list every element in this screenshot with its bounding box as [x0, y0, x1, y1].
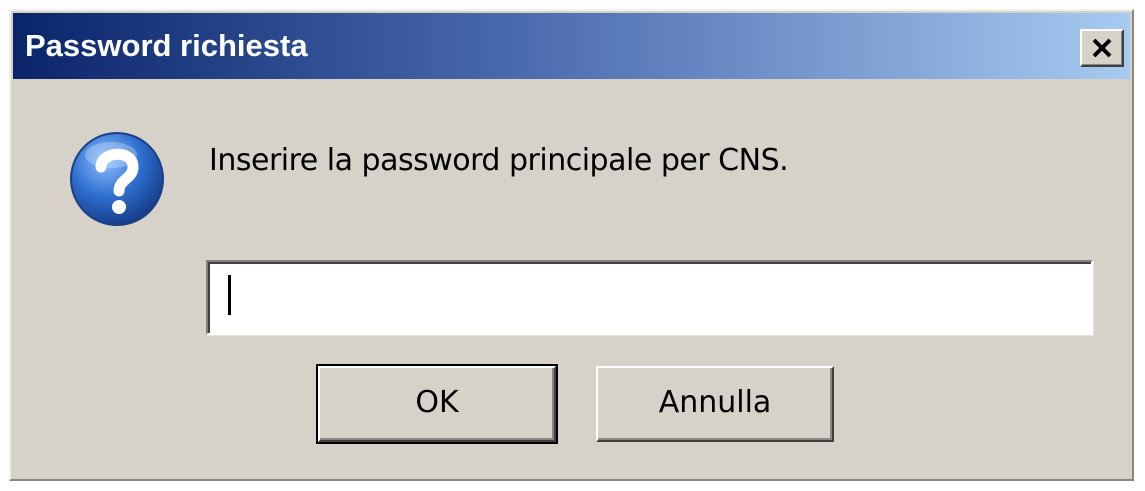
prompt-message: Inserire la password principale per CNS.	[209, 143, 789, 178]
cancel-button[interactable]: Annulla	[596, 366, 834, 442]
password-input[interactable]	[206, 260, 1093, 335]
password-dialog: Password richiesta Inserire la password …	[9, 9, 1134, 481]
close-icon	[1092, 38, 1112, 58]
question-icon	[70, 132, 164, 226]
dialog-title: Password richiesta	[25, 28, 308, 63]
close-button[interactable]	[1080, 29, 1124, 67]
dialog-titlebar[interactable]: Password richiesta	[13, 13, 1130, 79]
ok-button[interactable]: OK	[316, 364, 558, 444]
